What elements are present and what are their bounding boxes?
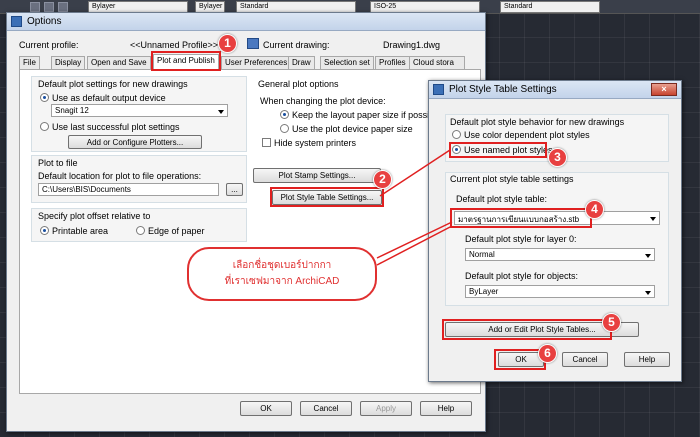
- highlight-plot-publish-tab: [151, 51, 221, 71]
- callout-line-1: เลือกชื่อชุดเบอร์ปากกา: [232, 260, 332, 271]
- step-badge-3: 3: [548, 148, 567, 167]
- thai-callout: เลือกชื่อชุดเบอร์ปากกา ที่เราเซฟมาจาก Ar…: [187, 247, 377, 301]
- highlight-add-edit-button: [442, 319, 612, 340]
- step-badge-2: 2: [373, 170, 392, 189]
- callout-line-2: ที่เราเซฟมาจาก ArchiCAD: [224, 276, 340, 287]
- step-badge-6: 6: [538, 344, 557, 363]
- arrow-line: [376, 221, 453, 259]
- highlight-default-table: [450, 208, 592, 228]
- step-badge-1: 1: [218, 34, 237, 53]
- highlight-plot-style-button: [270, 187, 384, 207]
- step-badge-4: 4: [585, 200, 604, 219]
- arrow-line: [376, 225, 453, 266]
- step-badge-5: 5: [602, 313, 621, 332]
- highlight-named-styles: [449, 142, 547, 158]
- arrow-line: [379, 149, 451, 197]
